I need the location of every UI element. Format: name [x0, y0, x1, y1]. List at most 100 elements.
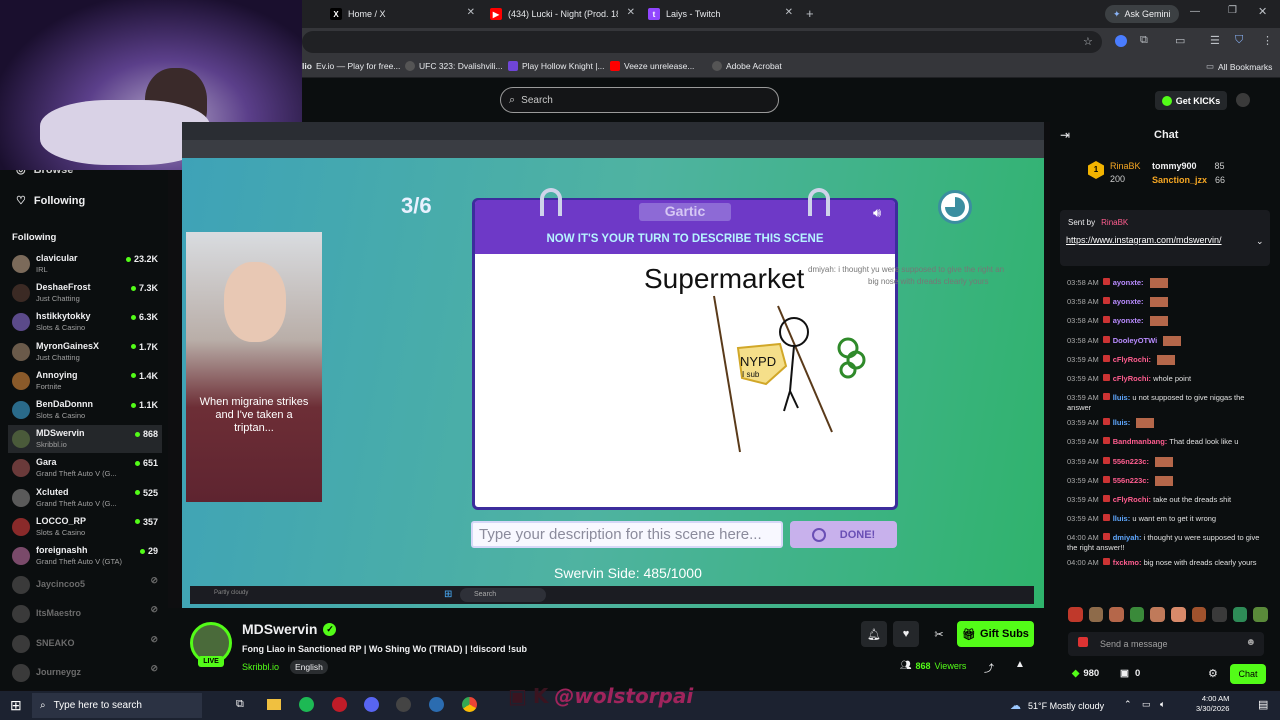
close-window-icon[interactable]: ✕ [1258, 5, 1267, 18]
clock[interactable]: 4:00 AM 3/30/2026 [1196, 694, 1229, 714]
sliders-icon[interactable]: ☰ [1210, 34, 1220, 47]
emote-icon[interactable] [1068, 607, 1083, 622]
done-button[interactable]: DONE! [790, 521, 897, 548]
chat-username[interactable]: lluis: [1113, 418, 1131, 427]
language-tag[interactable]: English [290, 660, 328, 674]
cast-icon[interactable]: ▭ [1175, 34, 1185, 47]
chat-username[interactable]: ayonxte: [1113, 278, 1144, 287]
chat-username[interactable]: cFlyRochi: [1113, 355, 1151, 364]
chat-message[interactable]: 03:59 AM cFlyRochi: take out the dreads s… [1067, 495, 1267, 505]
user-avatar[interactable] [1236, 93, 1250, 107]
chrome-icon[interactable] [462, 697, 477, 712]
sidebar-channel[interactable]: clavicular IRL 23.2K [8, 250, 162, 278]
chat-message[interactable]: 03:59 AM cFlyRochi: [1067, 354, 1267, 365]
sidebar-channel[interactable]: DeshaeFrost Just Chatting 7.3K [8, 279, 162, 307]
chat-message[interactable]: 03:58 AM ayonxte: [1067, 278, 1267, 289]
chat-username[interactable]: ayonxte: [1113, 297, 1144, 306]
stream-category[interactable]: Skribbl.io [242, 662, 279, 672]
chat-message[interactable]: 03:59 AM lluis: u want em to get it wrong [1067, 514, 1267, 524]
extension-icon[interactable] [1115, 35, 1127, 47]
weather-text[interactable]: 51°F Mostly cloudy [1028, 701, 1104, 711]
bookmark-item[interactable]: Veeze unrelease... [610, 61, 694, 71]
gifter-3[interactable]: Sanction_jzx 66 [1152, 174, 1225, 187]
rewards-count[interactable]: ▣ 0 [1120, 668, 1140, 679]
sidebar-channel[interactable]: LOCCO_RP Slots & Casino 357 [8, 513, 162, 541]
sidebar-channel[interactable]: MyronGainesX Just Chatting 1.7K [8, 338, 162, 366]
chat-message[interactable]: 03:59 AM 556n223c: [1067, 456, 1267, 467]
gifter-1[interactable]: RinaBK 200 [1110, 160, 1141, 186]
chat-username[interactable]: 556n223c: [1113, 476, 1149, 485]
sidebar-channel[interactable]: hstikkytokky Slots & Casino 6.3K [8, 308, 162, 336]
pinned-message[interactable]: Sent by RinaBK https://www.instagram.com… [1060, 210, 1270, 266]
sidebar-channel[interactable]: Annoying Fortnite 1.4K [8, 367, 162, 395]
maximize-icon[interactable]: ❐ [1228, 5, 1237, 16]
sidebar-channel-offline[interactable]: Journeygz ⊘ [8, 659, 162, 687]
sidebar-channel[interactable]: BenDaDonnn Slots & Casino 1.1K [8, 396, 162, 424]
clip-button[interactable]: ✂ [926, 621, 952, 647]
sidebar-channel-offline[interactable]: Jaycincoo5 ⊘ [8, 571, 162, 599]
chat-message[interactable]: 03:58 AM ayonxte: [1067, 316, 1267, 327]
app-icon[interactable] [429, 697, 444, 712]
sidebar-channel[interactable]: foreignashh Grand Theft Auto V (GTA) 29 [8, 542, 162, 570]
chat-message[interactable]: 03:59 AM 556n223c: [1067, 475, 1267, 486]
windows-start-icon[interactable]: ⊞ [10, 697, 22, 714]
close-icon[interactable]: ✕ [785, 7, 793, 18]
menu-dots-icon[interactable]: ⋮ [1262, 34, 1273, 47]
share-icon[interactable]: ⤴ [984, 660, 994, 675]
star-icon[interactable]: ☆ [1083, 35, 1093, 48]
chat-username[interactable]: dmiyah: [1113, 533, 1142, 542]
chat-message[interactable]: 03:58 AM ayonxte: [1067, 297, 1267, 308]
network-icon[interactable]: ▭ [1142, 699, 1151, 710]
shield-icon[interactable]: ⛉ [1235, 34, 1243, 47]
chat-message[interactable]: 04:00 AM fxckmo: big nose with dreads cle… [1067, 558, 1267, 568]
sidebar-channel[interactable]: MDSwervin Skribbl.io 868 [8, 425, 162, 454]
notification-button[interactable]: 🔔︎ [861, 621, 887, 647]
chat-username[interactable]: fxckmo: [1113, 558, 1142, 567]
nav-following[interactable]: ♡ Following [16, 194, 85, 208]
smile-icon[interactable]: ☻ [1245, 637, 1256, 648]
emote-icon[interactable] [1088, 607, 1104, 622]
collapse-chat-icon[interactable]: ⇥ [1060, 128, 1070, 142]
chat-send-button[interactable]: Chat [1230, 664, 1266, 684]
windows-search[interactable]: ⌕ Type here to search [32, 693, 202, 718]
chat-username[interactable]: lluis: [1113, 514, 1131, 523]
chat-username[interactable]: lluis: [1113, 393, 1131, 402]
sidebar-channel[interactable]: Gara Grand Theft Auto V (G... 651 [8, 454, 162, 482]
settings-gear-icon[interactable]: ⚙ [1208, 667, 1218, 680]
chat-username[interactable]: cFlyRochi: [1113, 374, 1151, 383]
ask-gemini-button[interactable]: ✦ Ask Gemini [1105, 5, 1179, 23]
bookmark-item[interactable]: Adobe Acrobat [712, 61, 782, 71]
emote-icon[interactable] [1232, 607, 1248, 622]
get-kicks-button[interactable]: Get KICKs [1155, 91, 1227, 110]
bookmark-item[interactable]: Play Hollow Knight |... [508, 61, 605, 71]
chat-message[interactable]: 03:58 AM DooleyOTWi [1067, 335, 1267, 346]
pinned-link[interactable]: https://www.instagram.com/mdswervin/ [1066, 234, 1250, 246]
emote-icon[interactable] [1129, 607, 1145, 622]
description-input[interactable]: Type your description for this scene her… [471, 521, 783, 548]
discord-icon[interactable] [364, 697, 379, 712]
close-icon[interactable]: ✕ [467, 7, 475, 18]
gift-subs-button[interactable]: 🎁︎ Gift Subs [957, 621, 1034, 647]
chat-message[interactable]: 03:59 AM cFlyRochi: whole point [1067, 374, 1267, 384]
new-tab-button[interactable]: + [806, 6, 814, 21]
follow-button[interactable]: ♥ [893, 621, 919, 647]
chat-username[interactable]: 556n223c: [1113, 457, 1149, 466]
chat-message[interactable]: 04:00 AM dmiyah: i thought yu were suppos… [1067, 533, 1267, 553]
chat-username[interactable]: cFlyRochi: [1113, 495, 1151, 504]
close-icon[interactable]: ✕ [627, 7, 635, 18]
minimize-icon[interactable]: — [1190, 6, 1200, 17]
tab-youtube[interactable]: ▶ (434) Lucki - Night (Prod. 18yrs... ✕ [490, 4, 635, 24]
volume-icon[interactable]: 🔈︎ [1160, 699, 1165, 710]
file-explorer-icon[interactable] [267, 699, 281, 710]
sidebar-channel-offline[interactable]: ItsMaestro ⊘ [8, 600, 162, 628]
chat-username[interactable]: Bandmanbang: [1113, 437, 1168, 446]
spotify-icon[interactable] [299, 697, 314, 712]
gifter-2[interactable]: tommy900 85 [1152, 160, 1225, 173]
streamer-name[interactable]: MDSwervin [242, 621, 317, 637]
chat-message[interactable]: 03:59 AM lluis: [1067, 418, 1267, 429]
bookmark-item[interactable]: UFC 323: Dvalishvili... [405, 61, 503, 71]
sidebar-channel[interactable]: Xcluted Grand Theft Auto V (G... 525 [8, 484, 162, 512]
search-input[interactable]: ⌕ Search [500, 87, 779, 113]
puzzle-icon[interactable]: ⧉ [1140, 34, 1148, 47]
task-view-icon[interactable]: ⧉ [236, 698, 244, 711]
